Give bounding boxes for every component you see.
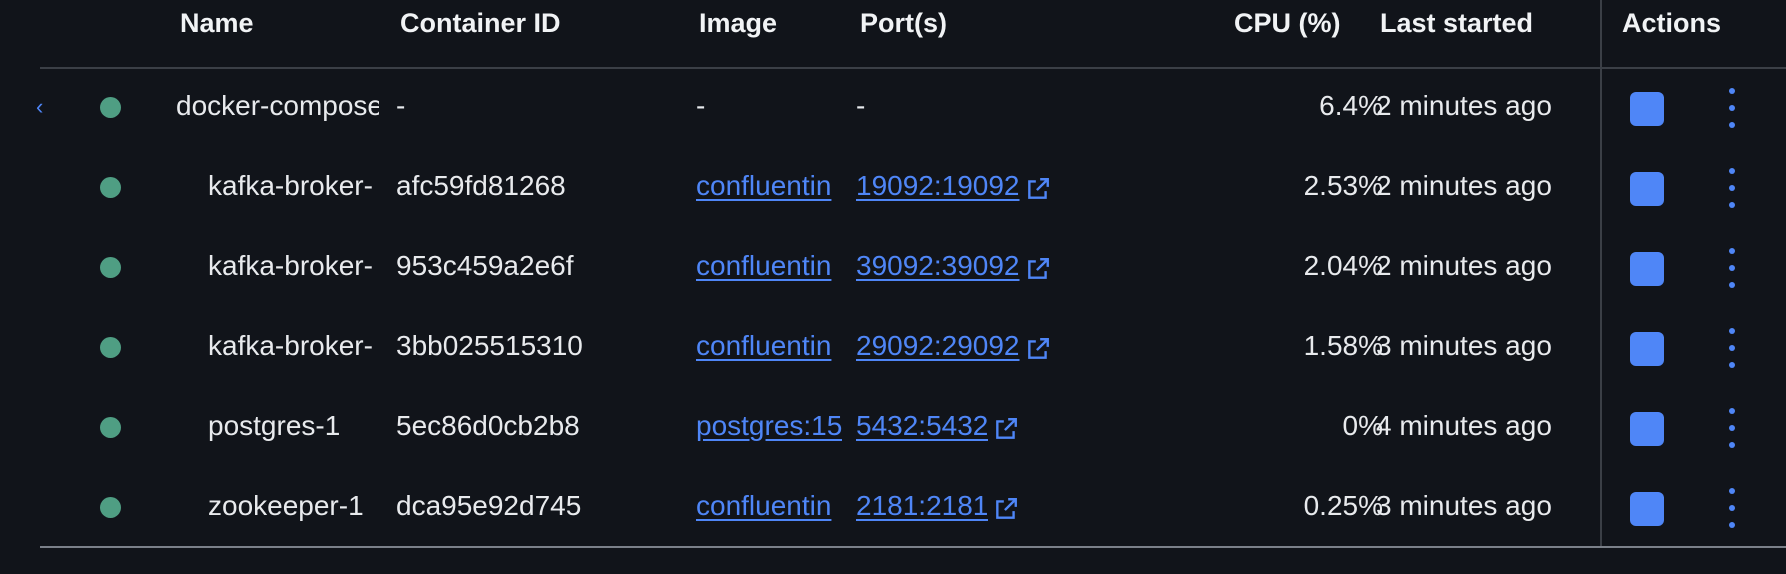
container-port-link[interactable]: 2181:2181 [856, 490, 988, 522]
container-last-started: 2 minutes ago [1376, 170, 1552, 201]
container-cpu: 2.53% [1303, 170, 1383, 201]
table-row[interactable]: zookeeper-1 dca95e92d745 confluentin 218… [40, 468, 1786, 548]
more-actions-icon[interactable] [1724, 246, 1740, 290]
container-cpu: 2.04% [1303, 250, 1383, 281]
column-header-cpu[interactable]: CPU (%) [1234, 8, 1341, 39]
more-actions-icon[interactable] [1724, 486, 1740, 530]
container-id: dca95e92d745 [396, 490, 582, 521]
container-name[interactable]: kafka-broker- [208, 250, 379, 282]
container-port-link[interactable]: 39092:39092 [856, 250, 1020, 282]
container-name[interactable]: zookeeper-1 [208, 490, 379, 522]
column-header-ports[interactable]: Port(s) [860, 8, 947, 39]
container-port-link[interactable]: 19092:19092 [856, 170, 1020, 202]
container-cpu: 6.4% [1319, 90, 1383, 121]
stop-button[interactable] [1630, 412, 1664, 446]
container-port-link[interactable]: 29092:29092 [856, 330, 1020, 362]
container-cpu: 0.25% [1303, 490, 1383, 521]
container-name[interactable]: kafka-broker- [208, 170, 379, 202]
container-name[interactable]: kafka-broker- [208, 330, 379, 362]
status-running-icon [100, 417, 121, 438]
table-row[interactable]: kafka-broker- 3bb025515310 confluentin 2… [40, 308, 1786, 388]
column-header-image[interactable]: Image [699, 8, 777, 39]
table-header: Name Container ID Image Port(s) CPU (%) … [40, 0, 1786, 69]
table-row[interactable]: ‹ docker-compose - - - 6.4% 2 minutes ag… [36, 68, 1786, 148]
external-link-icon[interactable] [1025, 336, 1051, 362]
container-image-link[interactable]: confluentin [696, 250, 842, 282]
container-image-link[interactable]: confluentin [696, 490, 842, 522]
container-cpu: 1.58% [1303, 330, 1383, 361]
container-id: 953c459a2e6f [396, 250, 574, 281]
table-bottom-border [40, 546, 1786, 548]
containers-table: Name Container ID Image Port(s) CPU (%) … [36, 0, 1786, 574]
collapse-chevron-icon[interactable]: ‹ [36, 94, 43, 120]
container-image-link[interactable]: confluentin [696, 170, 842, 202]
external-link-icon[interactable] [1025, 176, 1051, 202]
actions-column-divider [1600, 0, 1602, 548]
status-running-icon [100, 497, 121, 518]
table-row[interactable]: postgres-1 5ec86d0cb2b8 postgres:15 5432… [40, 388, 1786, 468]
more-actions-icon[interactable] [1724, 406, 1740, 450]
external-link-icon[interactable] [993, 496, 1019, 522]
more-actions-icon[interactable] [1724, 326, 1740, 370]
more-actions-icon[interactable] [1724, 166, 1740, 210]
column-header-actions: Actions [1622, 8, 1722, 38]
container-image-link[interactable]: postgres:15 [696, 410, 842, 442]
table-row[interactable]: kafka-broker- afc59fd81268 confluentin 1… [40, 148, 1786, 228]
container-id: afc59fd81268 [396, 170, 566, 201]
external-link-icon[interactable] [993, 416, 1019, 442]
container-last-started: 2 minutes ago [1376, 90, 1552, 121]
container-last-started: 4 minutes ago [1376, 410, 1552, 441]
more-actions-icon[interactable] [1724, 86, 1740, 130]
status-running-icon [100, 177, 121, 198]
container-last-started: 2 minutes ago [1376, 250, 1552, 281]
container-ports: - [856, 90, 866, 121]
status-running-icon [100, 97, 121, 118]
column-header-container-id[interactable]: Container ID [400, 8, 561, 39]
status-running-icon [100, 257, 121, 278]
container-last-started: 3 minutes ago [1376, 490, 1552, 521]
status-running-icon [100, 337, 121, 358]
container-name[interactable]: postgres-1 [208, 410, 379, 442]
container-id: 5ec86d0cb2b8 [396, 410, 580, 441]
column-header-last-started[interactable]: Last started [1380, 8, 1533, 39]
stop-button[interactable] [1630, 92, 1664, 126]
container-port-link[interactable]: 5432:5432 [856, 410, 988, 442]
container-name[interactable]: docker-compose [176, 90, 379, 122]
container-cpu: 0% [1342, 410, 1383, 441]
container-image-link[interactable]: confluentin [696, 330, 842, 362]
external-link-icon[interactable] [1025, 256, 1051, 282]
stop-button[interactable] [1630, 332, 1664, 366]
stop-button[interactable] [1630, 172, 1664, 206]
stop-button[interactable] [1630, 252, 1664, 286]
stop-button[interactable] [1630, 492, 1664, 526]
container-id: - [396, 90, 406, 121]
container-id: 3bb025515310 [396, 330, 583, 361]
table-row[interactable]: kafka-broker- 953c459a2e6f confluentin 3… [40, 228, 1786, 308]
container-last-started: 3 minutes ago [1376, 330, 1552, 361]
column-header-name[interactable]: Name [180, 8, 254, 39]
container-image: - [696, 90, 706, 121]
